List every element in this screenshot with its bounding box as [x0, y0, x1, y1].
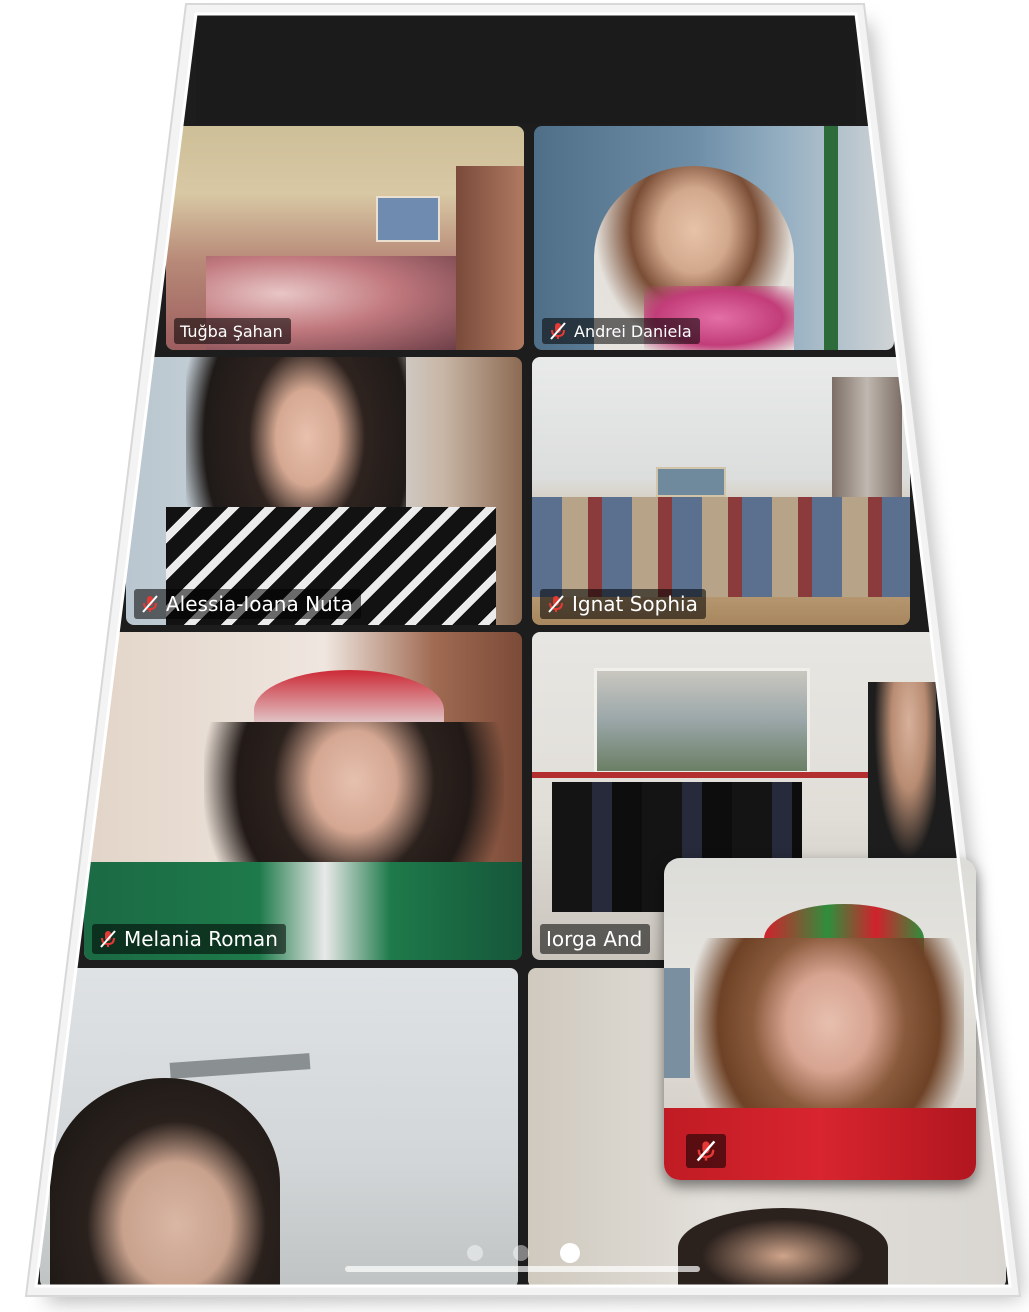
participant-name: Alessia-Ioana Nuta — [166, 592, 353, 616]
home-indicator[interactable] — [345, 1266, 700, 1272]
video-tile-tugba-sahan[interactable]: Tuğba Şahan — [166, 126, 524, 350]
mic-muted-icon — [696, 1140, 716, 1162]
mic-muted-icon — [548, 595, 564, 613]
green-door-frame — [824, 126, 838, 350]
page-dot-active[interactable] — [560, 1243, 580, 1263]
video-tile-andrei-daniela[interactable]: Andrei Daniela — [534, 126, 894, 350]
participant-name-tag: Melania Roman — [92, 924, 286, 954]
video-tile-alessia-ioana-nuta[interactable]: Alessia-Ioana Nuta — [126, 357, 522, 625]
wall-poster — [376, 196, 440, 242]
wall-picture — [656, 467, 726, 497]
wall-picture — [594, 668, 810, 774]
mic-muted-icon — [550, 322, 566, 340]
participant-name: Melania Roman — [124, 927, 278, 951]
video-tile-ignat-sophia[interactable]: Ignat Sophia — [532, 357, 910, 625]
participant-name: Iorga And — [546, 927, 643, 951]
page-dot[interactable] — [513, 1245, 529, 1261]
participant-name-tag: Andrei Daniela — [542, 318, 700, 344]
participant-name-tag: Ignat Sophia — [540, 589, 706, 619]
status-bar — [196, 14, 933, 124]
self-view-tile[interactable] — [664, 858, 976, 1180]
person-silhouette — [868, 682, 936, 882]
participant-name-tag: Iorga And — [540, 924, 651, 954]
participant-name-tag: Alessia-Ioana Nuta — [134, 589, 361, 619]
page-indicator — [36, 1238, 1010, 1268]
window-edge — [664, 968, 690, 1078]
participant-name: Tuğba Şahan — [180, 321, 283, 341]
video-tile-melania-roman[interactable]: Melania Roman — [84, 632, 522, 960]
participant-name-tag — [686, 1134, 726, 1168]
participant-name-tag: Tuğba Şahan — [174, 318, 291, 344]
classroom-students — [532, 497, 910, 597]
person-silhouette — [456, 166, 524, 350]
participant-name: Andrei Daniela — [574, 321, 692, 341]
mic-muted-icon — [142, 595, 158, 613]
page-dot[interactable] — [467, 1245, 483, 1261]
mic-muted-icon — [100, 930, 116, 948]
participant-name: Ignat Sophia — [572, 592, 698, 616]
